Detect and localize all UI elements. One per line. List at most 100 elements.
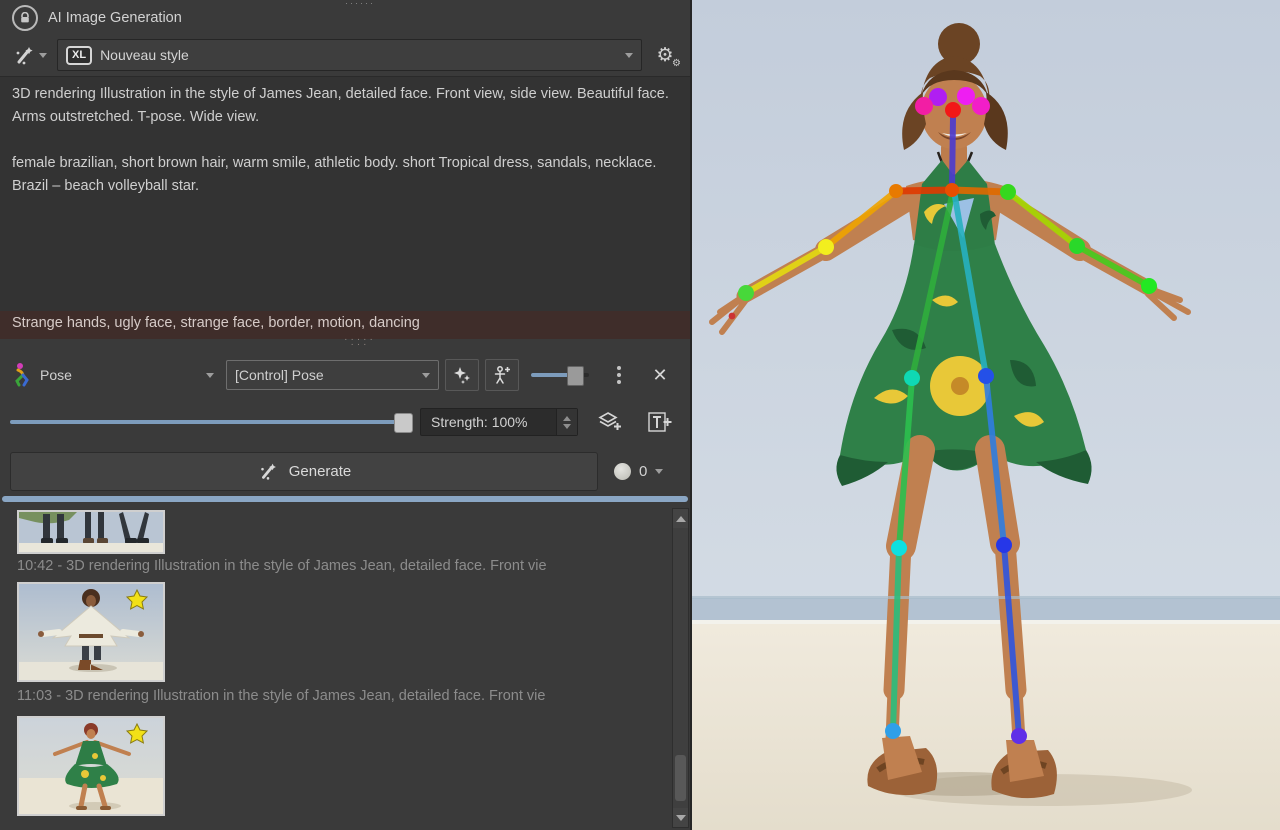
layers-add-icon	[597, 410, 623, 434]
strength-slider[interactable]	[10, 412, 412, 432]
pose-keypoint-right-ankle[interactable]	[1011, 728, 1027, 744]
control-layer-menu-button[interactable]	[609, 366, 629, 384]
chevron-down-icon	[655, 469, 663, 474]
style-row: XL Nouveau style ⚙⚙	[0, 36, 690, 74]
sparkles-icon	[452, 365, 472, 385]
pose-keypoint-left-ankle[interactable]	[885, 723, 901, 739]
generate-button-label: Generate	[289, 463, 352, 480]
history-thumbnail-1[interactable]	[17, 510, 165, 554]
queue-count: 0	[639, 463, 647, 480]
magic-wand-icon	[12, 43, 36, 67]
pose-bone	[952, 190, 1008, 192]
add-layer-button[interactable]	[592, 406, 628, 438]
strength-spinbox[interactable]: Strength: 100%	[420, 408, 578, 436]
scrollbar-thumb[interactable]	[675, 755, 686, 801]
pose-bone	[1077, 246, 1149, 286]
pose-icon	[10, 361, 34, 390]
spin-up-icon[interactable]	[563, 416, 571, 421]
spinbox-arrows[interactable]	[556, 409, 577, 435]
canvas-viewport[interactable]	[692, 0, 1280, 830]
slider-fill	[10, 420, 398, 424]
spin-down-icon[interactable]	[563, 424, 571, 429]
pose-keypoint-neck[interactable]	[945, 183, 959, 197]
lock-icon	[12, 5, 38, 31]
control-layer-select[interactable]: [Control] Pose	[226, 360, 439, 390]
strength-value: Strength: 100%	[431, 414, 528, 430]
pose-bone	[912, 191, 953, 378]
pose-keypoint-right-hip[interactable]	[978, 368, 994, 384]
magic-wand-icon	[257, 460, 279, 482]
pose-bone	[1004, 545, 1019, 736]
pose-bone	[746, 247, 826, 293]
pose-bone	[896, 190, 952, 191]
history-caption[interactable]: 10:42 - 3D rendering Illustration in the…	[17, 558, 664, 574]
prompt-resize-handle-icon[interactable]: ········	[330, 337, 390, 347]
generate-row: Generate 0	[0, 448, 690, 494]
triangle-up-icon	[676, 516, 686, 522]
history-thumbnail-2[interactable]	[17, 582, 165, 682]
pose-overlay[interactable]	[692, 0, 1280, 830]
pose-keypoint-left-shoulder[interactable]	[889, 184, 903, 198]
pose-keypoint-right-ear[interactable]	[972, 97, 990, 115]
pose-keypoint-right-elbow[interactable]	[1069, 238, 1085, 254]
control-type-value: Pose	[40, 367, 72, 383]
pose-keypoint-right-shoulder[interactable]	[1000, 184, 1016, 200]
text-add-icon	[647, 410, 673, 434]
history-list[interactable]: 10:42 - 3D rendering Illustration in the…	[0, 506, 690, 830]
ai-generation-docker: ······ AI Image Generation XL Nouveau st…	[0, 0, 692, 830]
krita-ai-image-generation-app: ······ AI Image Generation XL Nouveau st…	[0, 0, 1280, 830]
gear-icon: ⚙	[672, 58, 681, 69]
pose-bone	[899, 378, 912, 548]
docker-header: AI Image Generation	[0, 0, 690, 36]
scroll-up-button[interactable]	[673, 509, 688, 528]
control-strength-mini-slider[interactable]	[531, 366, 589, 384]
pose-bone	[954, 191, 986, 376]
generate-control-layer-button[interactable]	[445, 359, 479, 391]
pose-bone	[826, 191, 896, 247]
chevron-down-icon	[422, 373, 430, 378]
pose-bone	[952, 118, 953, 190]
queue-status-icon	[614, 463, 631, 480]
remove-control-layer-button[interactable]: ✕	[645, 365, 675, 386]
pose-bone	[1008, 192, 1077, 246]
style-select-value: Nouveau style	[100, 47, 189, 63]
strength-row: Strength: 100%	[0, 402, 690, 442]
style-select[interactable]: XL Nouveau style	[57, 39, 642, 71]
generate-button[interactable]: Generate	[10, 452, 598, 491]
add-pose-character-button[interactable]	[485, 359, 519, 391]
pose-bone	[986, 376, 1004, 545]
docker-title: AI Image Generation	[48, 10, 182, 26]
pose-keypoint-right-eye[interactable]	[957, 87, 975, 105]
pose-bone	[893, 548, 899, 731]
control-layer-value: [Control] Pose	[235, 367, 324, 383]
add-text-layer-button[interactable]	[642, 406, 678, 438]
control-layer-row: Pose [Control] Pose	[0, 354, 690, 396]
pose-keypoint-right-wrist[interactable]	[1141, 278, 1157, 294]
history-thumbnail-3[interactable]	[17, 716, 165, 816]
pose-keypoint-left-hip[interactable]	[904, 370, 920, 386]
slider-fill	[531, 373, 571, 377]
queue-indicator[interactable]: 0	[614, 463, 663, 480]
history-caption[interactable]: 11:03 - 3D rendering Illustration in the…	[17, 688, 664, 704]
settings-button[interactable]: ⚙⚙	[650, 44, 680, 67]
prompt-textarea[interactable]: 3D rendering Illustration in the style o…	[0, 76, 690, 311]
scroll-down-button[interactable]	[673, 808, 688, 827]
slider-handle[interactable]	[567, 366, 584, 386]
control-type-select[interactable]: Pose	[40, 367, 220, 383]
triangle-down-icon	[676, 815, 686, 821]
person-add-icon	[492, 365, 512, 385]
chevron-down-icon	[625, 53, 633, 58]
slider-handle[interactable]	[394, 413, 413, 433]
history-scrollbar[interactable]	[672, 508, 689, 828]
sdxl-badge: XL	[66, 46, 92, 65]
pose-keypoint-left-ear[interactable]	[915, 97, 933, 115]
generation-progress-bar	[2, 496, 688, 502]
pose-keypoint-left-elbow[interactable]	[818, 239, 834, 255]
chevron-down-icon	[206, 373, 214, 378]
chevron-down-icon	[39, 53, 47, 58]
pose-keypoint-nose[interactable]	[945, 102, 961, 118]
pose-keypoint-left-knee[interactable]	[891, 540, 907, 556]
workspace-wand-button[interactable]	[10, 41, 49, 69]
pose-keypoint-left-wrist[interactable]	[738, 285, 754, 301]
pose-keypoint-right-knee[interactable]	[996, 537, 1012, 553]
